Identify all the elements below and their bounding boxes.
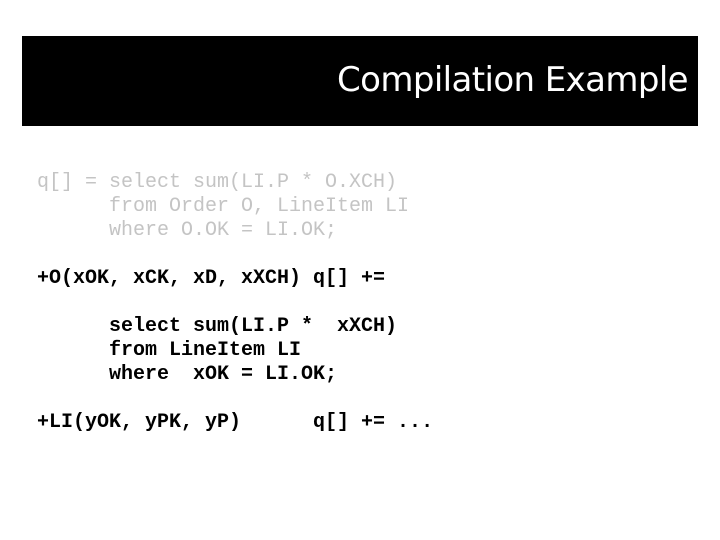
lineitem-trigger-header: +LI(yOK, yPK, yP) q[] += ... — [37, 411, 434, 434]
order-trigger-where: where xOK = LI.OK; — [37, 363, 338, 386]
query-line-from: from Order O, LineItem LI — [37, 195, 410, 218]
order-trigger-select: select sum(LI.P * xXCH) — [37, 315, 398, 338]
order-trigger-from: from LineItem LI — [37, 339, 302, 362]
order-trigger-header: +O(xOK, xCK, xD, xXCH) q[] += — [37, 267, 386, 290]
code-listing: q[] = select sum(LI.P * O.XCH) from Orde… — [37, 171, 433, 435]
query-line-select: q[] = select sum(LI.P * O.XCH) — [37, 171, 398, 194]
query-line-where: where O.OK = LI.OK; — [37, 219, 338, 242]
slide-title: Compilation Example — [336, 60, 689, 100]
title-bar: Compilation Example — [22, 36, 698, 126]
